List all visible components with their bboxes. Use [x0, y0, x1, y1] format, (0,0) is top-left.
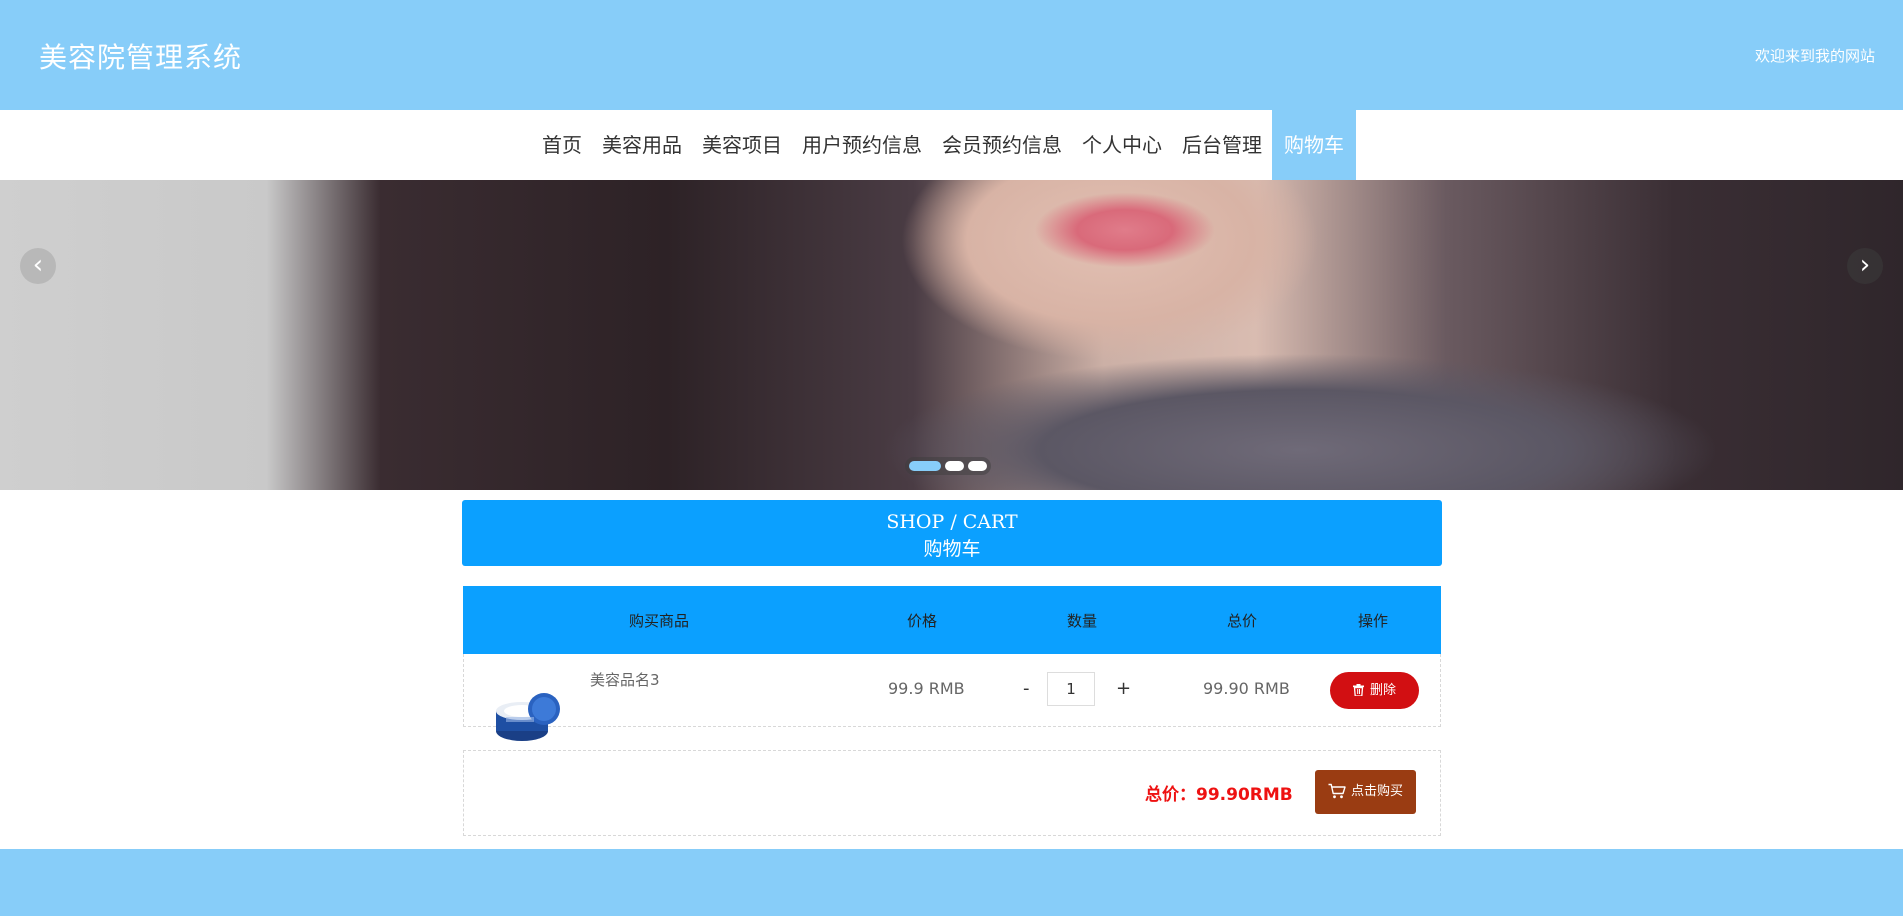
- product-price: 99.9 RMB: [888, 679, 965, 698]
- buy-button-label: 点击购买: [1350, 784, 1403, 799]
- trash-icon: [1352, 684, 1364, 696]
- shopping-cart-icon: [1328, 783, 1346, 799]
- quantity-increase-button[interactable]: +: [1116, 678, 1131, 699]
- nav-items: 首页 美容用品 美容项目 用户预约信息 会员预约信息 个人中心 后台管理 购物车: [532, 110, 1356, 180]
- product-name[interactable]: 美容品名3: [590, 669, 660, 690]
- nav-item-user-appointments[interactable]: 用户预约信息: [792, 110, 932, 180]
- cart-section-title: SHOP / CART 购物车: [462, 500, 1442, 566]
- header-action: 操作: [1358, 612, 1389, 630]
- header-quantity: 数量: [1067, 612, 1098, 630]
- header-product: 购买商品: [629, 612, 690, 630]
- nav-item-home[interactable]: 首页: [532, 110, 592, 180]
- carousel-indicators: [905, 457, 991, 475]
- quantity-input[interactable]: [1047, 672, 1095, 706]
- chevron-right-icon[interactable]: ›: [1847, 248, 1883, 284]
- table-header: 购买商品 价格 数量 总价 操作: [463, 586, 1441, 654]
- delete-button[interactable]: 删除: [1330, 672, 1419, 709]
- cart-summary: 总价：99.90RMB 点击购买: [463, 750, 1441, 836]
- section-title-en: SHOP / CART: [886, 511, 1018, 533]
- chevron-left-icon[interactable]: ‹: [20, 248, 56, 284]
- nav-item-beauty-projects[interactable]: 美容项目: [692, 110, 792, 180]
- summary-total-value: 99.90RMB: [1196, 785, 1293, 805]
- item-total: 99.90 RMB: [1203, 679, 1290, 698]
- table-row: 美容品名3 99.9 RMB - + 99.90 RMB 删除: [463, 654, 1441, 741]
- site-title: 美容院管理系统: [39, 41, 243, 74]
- carousel-dot-1[interactable]: [909, 461, 941, 471]
- carousel-dot-3[interactable]: [968, 461, 987, 471]
- quantity-decrease-button[interactable]: -: [1023, 678, 1030, 699]
- main-nav: 首页 美容用品 美容项目 用户预约信息 会员预约信息 个人中心 后台管理 购物车: [0, 110, 1903, 180]
- site-footer: [0, 849, 1903, 916]
- header-total: 总价: [1227, 612, 1258, 630]
- summary-total-label: 总价：: [1145, 785, 1196, 805]
- site-header: 美容院管理系统 欢迎来到我的网站: [0, 0, 1903, 110]
- buy-button[interactable]: 点击购买: [1315, 770, 1416, 814]
- nav-item-member-appointments[interactable]: 会员预约信息: [932, 110, 1072, 180]
- welcome-text: 欢迎来到我的网站: [1754, 47, 1875, 65]
- summary-total: 总价：99.90RMB: [1145, 780, 1293, 805]
- banner-carousel: ‹ ›: [0, 180, 1903, 490]
- delete-button-label: 删除: [1369, 683, 1396, 698]
- section-title-cn: 购物车: [923, 538, 981, 560]
- product-image[interactable]: [492, 687, 564, 745]
- header-price: 价格: [907, 612, 938, 630]
- nav-item-admin[interactable]: 后台管理: [1172, 110, 1272, 180]
- nav-item-beauty-products[interactable]: 美容用品: [592, 110, 692, 180]
- nav-item-cart[interactable]: 购物车: [1272, 110, 1356, 180]
- carousel-dot-2[interactable]: [945, 461, 964, 471]
- nav-item-personal-center[interactable]: 个人中心: [1072, 110, 1172, 180]
- cart-table: 购买商品 价格 数量 总价 操作 美容品名3 99.9 RMB - + 99.9…: [463, 586, 1441, 741]
